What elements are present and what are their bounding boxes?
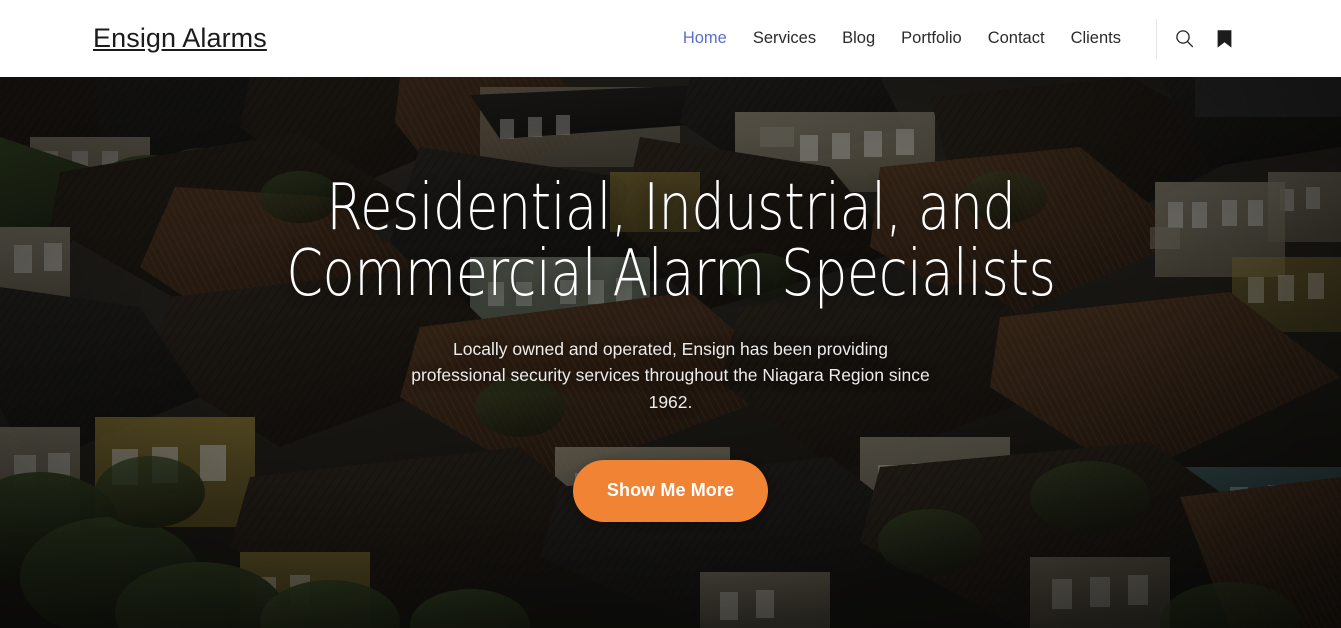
- search-button[interactable]: [1171, 26, 1197, 52]
- bookmark-icon: [1216, 29, 1233, 49]
- brand-logo[interactable]: Ensign Alarms: [93, 25, 267, 52]
- hero-headline-line-2: Commercial Alarm Specialists: [285, 236, 1056, 311]
- search-icon: [1175, 29, 1194, 48]
- nav-item-portfolio[interactable]: Portfolio: [888, 30, 975, 47]
- hero-section: Residential, Industrial, and Commercial …: [0, 77, 1341, 628]
- nav-item-blog[interactable]: Blog: [829, 30, 888, 47]
- nav-item-clients[interactable]: Clients: [1058, 30, 1134, 47]
- header-icon-group: [1171, 26, 1237, 52]
- nav-item-services[interactable]: Services: [740, 30, 829, 47]
- header-divider: [1156, 18, 1157, 59]
- page-root: Ensign Alarms Home Services Blog Portfol…: [0, 0, 1341, 628]
- header-right-group: Home Services Blog Portfolio Contact Cli…: [670, 0, 1341, 77]
- hero-subtitle: Locally owned and operated, Ensign has b…: [411, 338, 930, 412]
- bookmark-button[interactable]: [1211, 26, 1237, 52]
- main-nav: Home Services Blog Portfolio Contact Cli…: [670, 30, 1134, 47]
- hero-content: Residential, Industrial, and Commercial …: [0, 77, 1341, 628]
- hero-headline-line-1: Residential, Industrial, and: [325, 171, 1016, 245]
- show-me-more-button[interactable]: Show Me More: [572, 459, 769, 522]
- site-header: Ensign Alarms Home Services Blog Portfol…: [0, 0, 1341, 77]
- nav-item-home[interactable]: Home: [670, 30, 740, 47]
- hero-headline: Residential, Industrial, and Commercial …: [285, 171, 1056, 311]
- nav-item-contact[interactable]: Contact: [975, 30, 1058, 47]
